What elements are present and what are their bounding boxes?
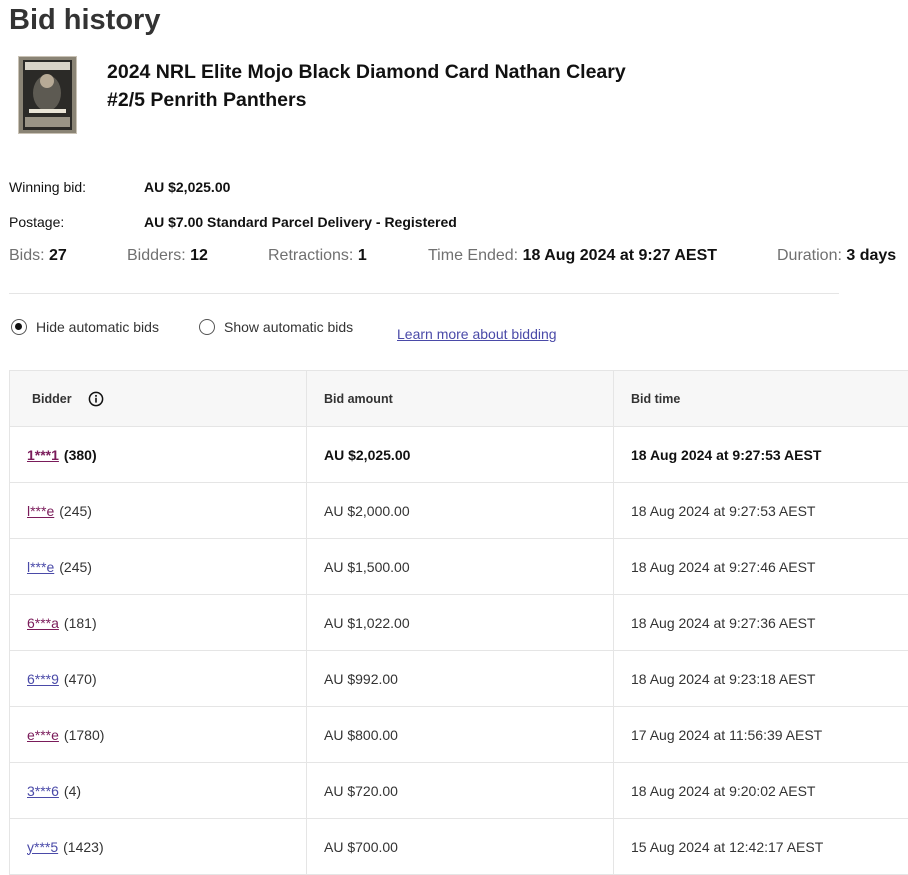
bidder-cell: y***5 (1423) bbox=[10, 819, 307, 874]
bidder-link[interactable]: y***5 bbox=[27, 839, 58, 855]
show-automatic-bids-option[interactable]: Show automatic bids bbox=[199, 319, 353, 335]
stat-bids: Bids: 27 bbox=[9, 247, 67, 265]
bidder-header-label: Bidder bbox=[32, 391, 72, 406]
bid-time-cell: 18 Aug 2024 at 9:27:36 AEST bbox=[631, 614, 816, 631]
card-image-icon bbox=[19, 57, 76, 133]
winning-bid-label: Winning bid: bbox=[9, 179, 87, 195]
show-automatic-bids-label: Show automatic bids bbox=[224, 319, 354, 335]
stat-retractions-label: Retractions: bbox=[268, 247, 354, 264]
bidder-feedback-score: (181) bbox=[63, 614, 97, 631]
item-title-line1: 2024 NRL Elite Mojo Black Diamond Card N… bbox=[107, 61, 626, 83]
bidder-link[interactable]: e***e bbox=[27, 727, 59, 743]
bid-amount-cell: AU $720.00 bbox=[307, 763, 614, 818]
bidder-cell: l***e (245) bbox=[10, 483, 307, 538]
bid-time-cell: 18 Aug 2024 at 9:27:53 AEST bbox=[631, 502, 816, 519]
postage-label: Postage: bbox=[9, 214, 65, 230]
bidder-feedback-score: (470) bbox=[63, 670, 97, 687]
table-row: e***e (1780) AU $800.00 17 Aug 2024 at 1… bbox=[10, 707, 908, 763]
bid-amount-cell: AU $2,000.00 bbox=[307, 483, 614, 538]
bid-amount-cell: AU $1,022.00 bbox=[307, 595, 614, 650]
bidder-feedback-score: (245) bbox=[59, 558, 92, 575]
page-title: Bid history bbox=[9, 4, 161, 36]
learn-more-bidding-link[interactable]: Learn more about bidding bbox=[397, 326, 557, 342]
table-row: l***e (245) AU $1,500.00 18 Aug 2024 at … bbox=[10, 539, 908, 595]
hide-automatic-bids-option[interactable]: Hide automatic bids bbox=[11, 319, 159, 335]
bid-time-cell: 18 Aug 2024 at 9:23:18 AEST bbox=[631, 670, 816, 687]
stat-time-ended: Time Ended: 18 Aug 2024 at 9:27 AEST bbox=[428, 247, 717, 265]
bidder-feedback-score: (380) bbox=[63, 446, 97, 463]
table-header-row: Bidder Bid amount Bid time bbox=[10, 371, 908, 427]
bid-amount-cell: AU $800.00 bbox=[307, 707, 614, 762]
table-row: 6***a (181) AU $1,022.00 18 Aug 2024 at … bbox=[10, 595, 908, 651]
stat-time-ended-label: Time Ended: bbox=[428, 247, 519, 264]
stat-bids-label: Bids: bbox=[9, 247, 45, 264]
bidder-link[interactable]: l***e bbox=[27, 503, 54, 519]
stat-retractions-value: 1 bbox=[357, 247, 367, 264]
table-row: y***5 (1423) AU $700.00 15 Aug 2024 at 1… bbox=[10, 819, 908, 875]
bidder-cell: l***e (245) bbox=[10, 539, 307, 594]
bidder-feedback-score: (1423) bbox=[63, 838, 104, 855]
stat-bidders-label: Bidders: bbox=[127, 247, 186, 264]
bid-time-cell: 17 Aug 2024 at 11:56:39 AEST bbox=[631, 726, 823, 743]
bidder-link[interactable]: 3***6 bbox=[27, 783, 59, 799]
bid-time-column-header: Bid time bbox=[631, 391, 681, 406]
bid-amount-column-header: Bid amount bbox=[307, 371, 614, 426]
winning-bid-row: Winning bid: AU $2,025.00 bbox=[9, 179, 230, 195]
bid-amount-cell: AU $2,025.00 bbox=[307, 427, 614, 482]
stat-duration: Duration: 3 days bbox=[777, 247, 896, 265]
postage-row: Postage: AU $7.00 Standard Parcel Delive… bbox=[9, 214, 457, 230]
table-row: 3***6 (4) AU $720.00 18 Aug 2024 at 9:20… bbox=[10, 763, 908, 819]
postage-value: AU $7.00 Standard Parcel Delivery - Regi… bbox=[144, 214, 457, 230]
bid-history-table: Bidder Bid amount Bid time 1***1 (380) A… bbox=[9, 370, 908, 875]
item-title[interactable]: 2024 NRL Elite Mojo Black Diamond Card N… bbox=[107, 58, 667, 114]
bidder-link[interactable]: 6***9 bbox=[27, 671, 59, 687]
table-row: l***e (245) AU $2,000.00 18 Aug 2024 at … bbox=[10, 483, 908, 539]
bid-amount-cell: AU $992.00 bbox=[307, 651, 614, 706]
winning-bid-value: AU $2,025.00 bbox=[144, 179, 231, 195]
stat-bids-value: 27 bbox=[49, 247, 67, 264]
bidder-feedback-score: (245) bbox=[59, 502, 92, 519]
divider bbox=[9, 293, 839, 294]
stat-bidders: Bidders: 12 bbox=[127, 247, 208, 265]
bidder-link[interactable]: 6***a bbox=[27, 615, 59, 631]
table-row: 1***1 (380) AU $2,025.00 18 Aug 2024 at … bbox=[10, 427, 908, 483]
bidder-cell: 6***9 (470) bbox=[10, 651, 307, 706]
show-automatic-bids-radio[interactable] bbox=[199, 319, 215, 335]
info-circle-icon[interactable] bbox=[88, 391, 104, 407]
stat-duration-label: Duration: bbox=[777, 247, 842, 264]
bid-time-cell: 18 Aug 2024 at 9:27:53 AEST bbox=[631, 446, 822, 463]
stat-retractions: Retractions: 1 bbox=[268, 247, 367, 265]
bidder-cell: 6***a (181) bbox=[10, 595, 307, 650]
bid-amount-cell: AU $700.00 bbox=[307, 819, 614, 874]
bidder-cell: 3***6 (4) bbox=[10, 763, 307, 818]
bidder-link[interactable]: 1***1 bbox=[27, 447, 59, 463]
table-row: 6***9 (470) AU $992.00 18 Aug 2024 at 9:… bbox=[10, 651, 908, 707]
stat-duration-value: 3 days bbox=[846, 247, 897, 264]
stat-bidders-value: 12 bbox=[190, 247, 208, 264]
bid-time-cell: 15 Aug 2024 at 12:42:17 AEST bbox=[631, 838, 824, 855]
bidder-column-header: Bidder bbox=[10, 371, 307, 426]
bidder-feedback-score: (1780) bbox=[63, 726, 105, 743]
hide-automatic-bids-radio[interactable] bbox=[11, 319, 27, 335]
bidder-cell: 1***1 (380) bbox=[10, 427, 307, 482]
stat-time-ended-value: 18 Aug 2024 at 9:27 AEST bbox=[522, 247, 718, 264]
bid-time-cell: 18 Aug 2024 at 9:27:46 AEST bbox=[631, 558, 816, 575]
bidder-feedback-score: (4) bbox=[63, 782, 82, 799]
bid-amount-cell: AU $1,500.00 bbox=[307, 539, 614, 594]
item-title-line2: #2/5 Penrith Panthers bbox=[107, 89, 307, 111]
bidder-link[interactable]: l***e bbox=[27, 559, 54, 575]
item-thumbnail[interactable] bbox=[18, 56, 77, 134]
bid-time-cell: 18 Aug 2024 at 9:20:02 AEST bbox=[631, 782, 816, 799]
hide-automatic-bids-label: Hide automatic bids bbox=[36, 319, 159, 335]
bidder-cell: e***e (1780) bbox=[10, 707, 307, 762]
